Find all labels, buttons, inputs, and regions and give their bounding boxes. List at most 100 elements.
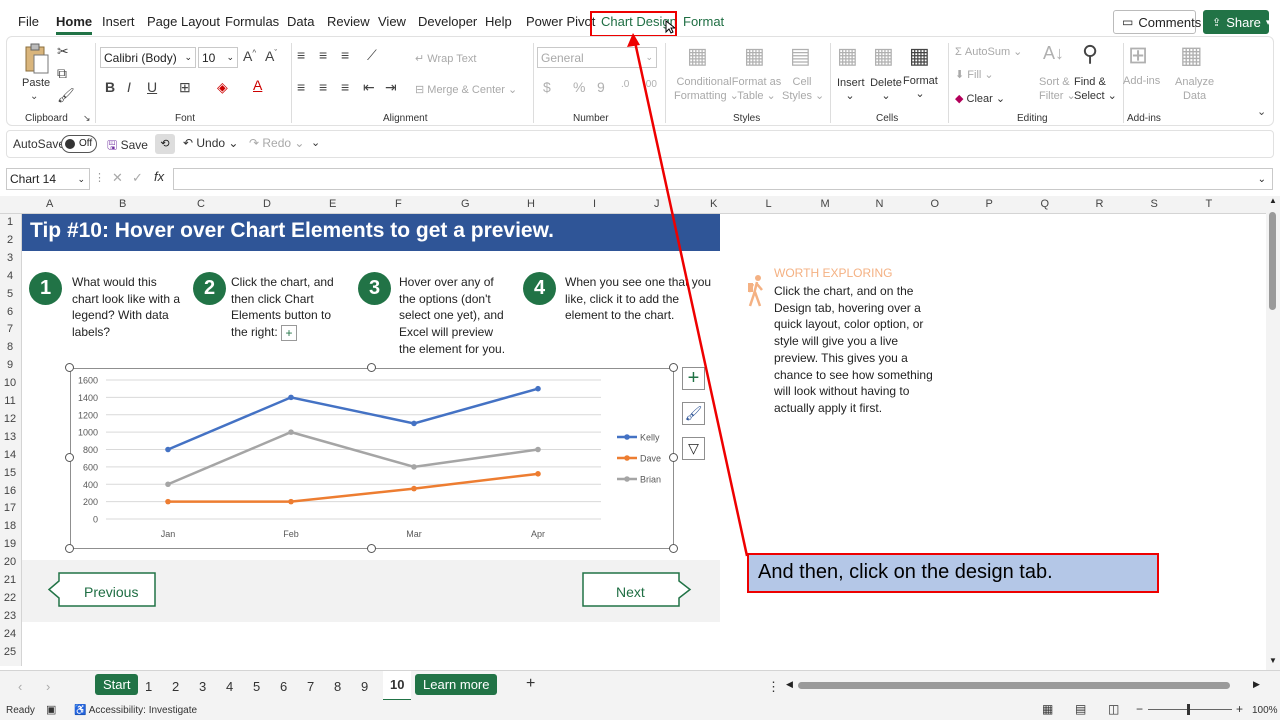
column-header[interactable]: I xyxy=(593,198,596,210)
align-middle-icon[interactable]: ≡ xyxy=(319,47,327,63)
wrap-text-button[interactable]: ↵ Wrap Text xyxy=(415,52,476,65)
row-header[interactable]: 15 xyxy=(0,467,20,479)
row-header[interactable]: 1 xyxy=(0,216,20,228)
clear-button[interactable]: ◆ Clear ⌄ xyxy=(955,92,1005,105)
sheet-tab-8[interactable]: 8 xyxy=(334,679,341,694)
chart[interactable]: 1600 1400 1200 1000 800 600 400 200 0 Jan Feb Mar Ap… xyxy=(70,368,674,549)
bold-icon[interactable]: B xyxy=(105,79,115,95)
align-bottom-icon[interactable]: ≡ xyxy=(341,47,349,63)
next-button[interactable]: Next xyxy=(616,584,645,600)
name-box[interactable]: Chart 14 ⌄ xyxy=(6,168,90,190)
tab-data[interactable]: Data xyxy=(287,14,314,29)
sheet-tab-10-active[interactable]: 10 xyxy=(383,671,412,701)
tab-format[interactable]: Format xyxy=(683,14,724,29)
column-header[interactable]: P xyxy=(986,198,993,210)
decrease-indent-icon[interactable]: ⇤ xyxy=(363,79,375,96)
align-right-icon[interactable]: ≡ xyxy=(341,79,349,95)
row-header[interactable]: 12 xyxy=(0,413,20,425)
zoom-slider-thumb[interactable] xyxy=(1187,704,1190,715)
paste-label[interactable]: Paste xyxy=(22,77,50,89)
find-select-icon[interactable]: ⚲ xyxy=(1082,41,1098,67)
column-header[interactable]: A xyxy=(46,198,53,210)
column-header[interactable]: B xyxy=(119,198,126,210)
scroll-up-icon[interactable]: ▲ xyxy=(1269,196,1277,205)
resize-handle[interactable] xyxy=(65,453,74,462)
conditional-formatting-icon[interactable]: ▦ xyxy=(687,43,708,69)
align-center-icon[interactable]: ≡ xyxy=(319,79,327,95)
column-header[interactable]: H xyxy=(527,198,535,210)
increase-font-icon[interactable]: A^ xyxy=(243,48,256,64)
resize-handle[interactable] xyxy=(669,453,678,462)
copy-icon[interactable]: ⧉ xyxy=(57,65,67,82)
sheet-tab-7[interactable]: 7 xyxy=(307,679,314,694)
delete-cells-icon[interactable]: ▦ xyxy=(873,43,894,69)
sheet-tab-5[interactable]: 5 xyxy=(253,679,260,694)
normal-view-icon[interactable]: ▦ xyxy=(1042,702,1053,716)
customize-qat-icon[interactable]: ⌄ xyxy=(311,136,320,149)
add-ins-icon[interactable]: ⊞ xyxy=(1128,41,1148,70)
sheet-tab-4[interactable]: 4 xyxy=(226,679,233,694)
scroll-right-icon[interactable]: › xyxy=(46,679,50,694)
cut-icon[interactable]: ✂ xyxy=(57,43,69,60)
tab-developer[interactable]: Developer xyxy=(418,14,477,29)
column-header[interactable]: O xyxy=(931,198,940,210)
row-header[interactable]: 3 xyxy=(0,252,20,264)
chart-filters-button[interactable]: ▽ xyxy=(682,437,705,460)
column-header[interactable]: C xyxy=(197,198,205,210)
increase-decimal-icon[interactable]: .0 xyxy=(621,79,629,90)
cell-styles-button[interactable]: Cell Styles ⌄ xyxy=(782,75,824,103)
scrollbar-thumb[interactable] xyxy=(1269,212,1276,310)
row-header[interactable]: 9 xyxy=(0,359,20,371)
decrease-font-icon[interactable]: Aˇ xyxy=(265,48,277,64)
delete-cells-button[interactable]: Delete ⌄ xyxy=(869,77,903,102)
decrease-decimal-icon[interactable]: .00 xyxy=(643,79,657,90)
row-header[interactable]: 8 xyxy=(0,341,20,353)
borders-icon[interactable]: ⊞ xyxy=(179,79,191,96)
scroll-left-icon[interactable]: ‹ xyxy=(18,679,22,694)
row-header[interactable]: 10 xyxy=(0,377,20,389)
row-header[interactable]: 2 xyxy=(0,234,20,246)
row-header[interactable]: 22 xyxy=(0,592,20,604)
chart-elements-button[interactable]: + xyxy=(682,367,705,390)
row-header[interactable]: 5 xyxy=(0,288,20,300)
analyze-data-icon[interactable]: ▦ xyxy=(1180,41,1203,70)
sort-filter-icon[interactable]: A↓ xyxy=(1043,43,1064,64)
row-header[interactable]: 13 xyxy=(0,431,20,443)
collapse-ribbon-icon[interactable]: ⌄ xyxy=(1257,105,1266,118)
comments-button[interactable]: ▭ Comments xyxy=(1113,10,1201,34)
column-header[interactable]: R xyxy=(1096,198,1104,210)
conditional-formatting-button[interactable]: Conditional Formatting ⌄ xyxy=(674,75,739,103)
fill-color-icon[interactable]: ◈ xyxy=(217,79,228,96)
column-header[interactable]: N xyxy=(876,198,884,210)
macro-record-icon[interactable]: ▣ xyxy=(46,703,56,716)
font-color-icon[interactable]: A xyxy=(253,77,262,93)
column-header[interactable]: F xyxy=(395,198,402,210)
tab-power-pivot[interactable]: Power Pivot xyxy=(526,14,595,29)
tab-formulas[interactable]: Formulas xyxy=(225,14,279,29)
format-cells-button[interactable]: Format ⌄ xyxy=(903,75,938,100)
row-header[interactable]: 18 xyxy=(0,520,20,532)
zoom-level[interactable]: 100% xyxy=(1252,705,1278,716)
resize-handle[interactable] xyxy=(65,544,74,553)
column-header[interactable]: M xyxy=(821,198,830,210)
formula-input[interactable]: ⌄ xyxy=(173,168,1273,190)
align-top-icon[interactable]: ≡ xyxy=(297,47,305,63)
column-header[interactable]: E xyxy=(329,198,336,210)
zoom-in-button[interactable]: + xyxy=(1236,702,1243,716)
row-header[interactable]: 6 xyxy=(0,306,20,318)
dialog-launcher-icon[interactable]: ↘ xyxy=(83,113,91,124)
resize-handle[interactable] xyxy=(367,544,376,553)
add-ins-button[interactable]: Add-ins xyxy=(1123,75,1160,87)
find-select-button[interactable]: Find & Select ⌄ xyxy=(1074,75,1117,103)
format-as-table-icon[interactable]: ▦ xyxy=(744,43,765,69)
sheet-tab-learn-more[interactable]: Learn more xyxy=(415,674,498,695)
sheet-tab-6[interactable]: 6 xyxy=(280,679,287,694)
italic-icon[interactable]: I xyxy=(127,79,131,95)
accessibility-status[interactable]: ♿ Accessibility: Investigate xyxy=(74,705,197,716)
row-header[interactable]: 14 xyxy=(0,449,20,461)
tab-home[interactable]: Home xyxy=(56,14,93,35)
column-header[interactable]: D xyxy=(263,198,271,210)
column-header[interactable]: J xyxy=(654,198,660,210)
add-sheet-button[interactable]: + xyxy=(526,675,535,693)
vertical-scrollbar[interactable]: ▲ ▼ xyxy=(1266,196,1280,670)
